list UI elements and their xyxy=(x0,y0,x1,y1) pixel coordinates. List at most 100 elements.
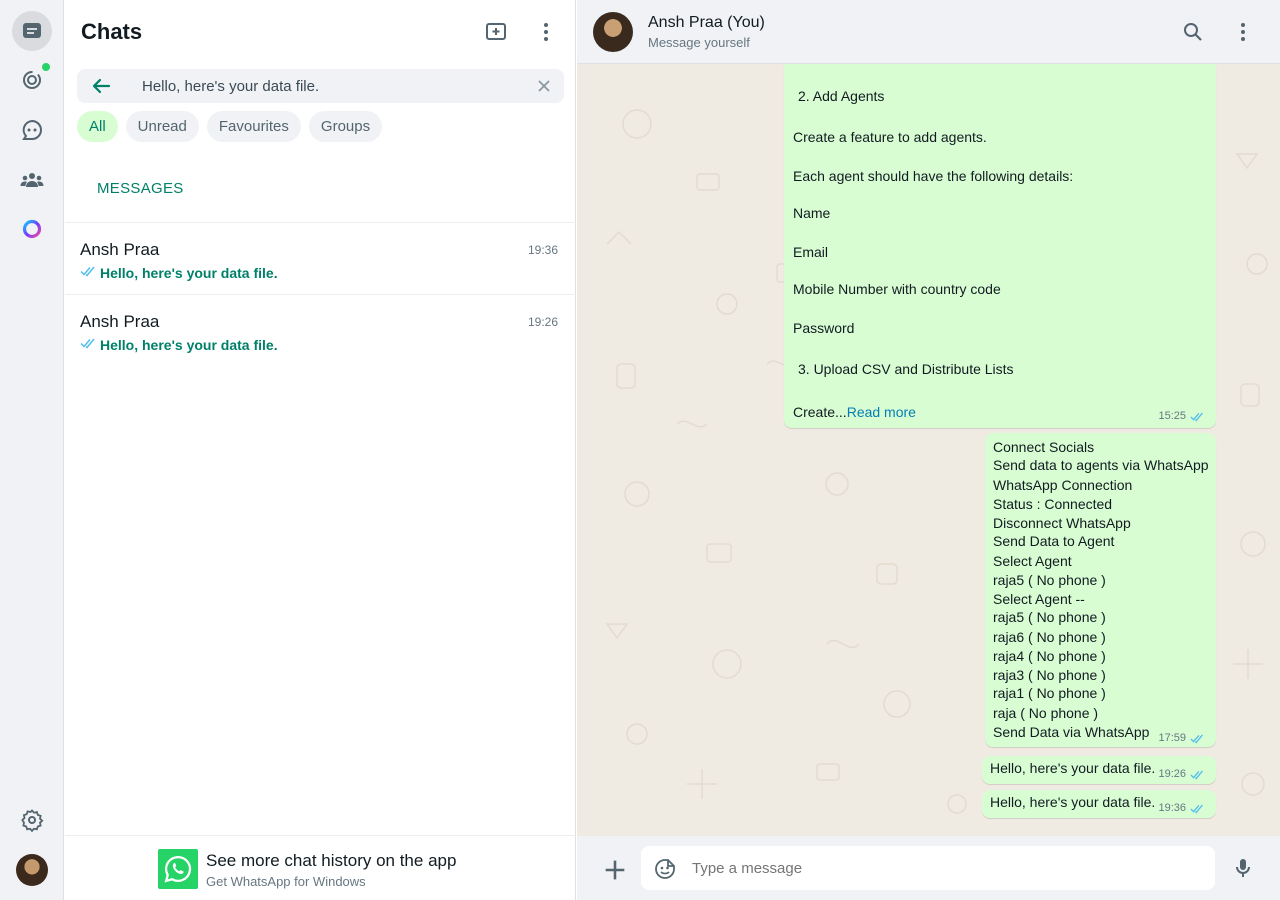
filter-chip-groups[interactable]: Groups xyxy=(308,111,383,142)
message-line: Create a feature to add agents. xyxy=(793,129,987,145)
kebab-menu-icon xyxy=(544,23,548,41)
message-line: Password xyxy=(793,320,855,336)
message-line: raja1 ( No phone ) xyxy=(993,685,1106,701)
message-meta: 17:59 xyxy=(1158,732,1206,744)
search-input[interactable]: Hello, here's your data file. xyxy=(142,78,319,95)
search-chat-button[interactable] xyxy=(1173,12,1213,52)
double-check-icon xyxy=(1190,804,1203,813)
search-result-item[interactable]: Ansh Praa 19:36 Hello, here's your data … xyxy=(65,223,576,295)
chat-filters: All Unread Favourites Groups xyxy=(77,111,383,142)
result-contact-name: Ansh Praa xyxy=(80,312,160,331)
conversation-header[interactable]: Ansh Praa (You) Message yourself xyxy=(577,0,1280,64)
chats-icon xyxy=(23,23,41,38)
search-icon xyxy=(1184,23,1202,41)
new-chat-button[interactable] xyxy=(476,12,516,52)
message-line: Send Data to Agent xyxy=(993,533,1115,549)
result-time: 19:26 xyxy=(527,315,558,329)
message-meta: 19:26 xyxy=(1158,768,1206,780)
get-app-promo[interactable]: See more chat history on the app Get Wha… xyxy=(65,835,576,900)
message-line: raja5 ( No phone ) xyxy=(993,572,1106,588)
meta-ai-nav-button[interactable] xyxy=(12,209,52,249)
message-line: raja ( No phone ) xyxy=(993,705,1099,721)
channels-nav-button[interactable] xyxy=(12,110,52,150)
message-line: Connect Socials xyxy=(993,439,1095,455)
message-input-box[interactable] xyxy=(641,846,1215,890)
message-truncated-text: Create... xyxy=(793,404,847,420)
message-line: Select Agent xyxy=(993,553,1072,569)
message-line: raja4 ( No phone ) xyxy=(993,648,1106,664)
panel-title: Chats xyxy=(81,19,143,44)
search-result-item[interactable]: Ansh Praa 19:26 Hello, here's your data … xyxy=(65,295,576,367)
message-line: Status : Connected xyxy=(993,496,1113,512)
conversation-pane: Ansh Praa (You) Message yourself 2. Add … xyxy=(577,0,1280,900)
message-bubble[interactable]: Connect Socials Send data to agents via … xyxy=(985,433,1216,747)
new-chat-icon xyxy=(486,23,506,40)
chat-list-panel: Chats Hello, here's your data file. All … xyxy=(65,0,576,900)
settings-icon xyxy=(21,809,44,832)
clear-search-icon[interactable] xyxy=(534,76,554,96)
message-bubble[interactable]: Hello, here's your data file. 19:26 xyxy=(982,756,1216,784)
double-check-icon xyxy=(1190,770,1203,779)
conversation-menu-button[interactable] xyxy=(1223,12,1263,52)
profile-avatar[interactable] xyxy=(16,854,48,886)
filter-chip-unread[interactable]: Unread xyxy=(125,111,199,142)
message-time: 19:36 xyxy=(1158,802,1186,814)
contact-subtitle: Message yourself xyxy=(648,35,750,50)
double-check-icon xyxy=(80,266,95,277)
message-line: raja3 ( No phone ) xyxy=(993,667,1106,683)
double-check-icon xyxy=(80,338,95,349)
channels-icon xyxy=(22,119,42,140)
message-line: Disconnect WhatsApp xyxy=(993,515,1131,531)
message-text: Hello, here's your data file. xyxy=(990,760,1156,776)
message-input[interactable] xyxy=(692,860,1192,877)
message-bubble[interactable]: 2. Add Agents Create a feature to add ag… xyxy=(784,64,1216,428)
message-time: 17:59 xyxy=(1158,732,1186,744)
message-composer xyxy=(577,836,1280,900)
double-check-icon xyxy=(1190,734,1203,743)
chats-nav-button[interactable] xyxy=(12,11,52,51)
result-time: 19:36 xyxy=(527,243,558,257)
settings-nav-button[interactable] xyxy=(12,800,52,840)
status-nav-button[interactable] xyxy=(12,60,52,100)
message-line: WhatsApp Connection xyxy=(993,477,1133,493)
message-bubble[interactable]: Hello, here's your data file. 19:36 xyxy=(982,790,1216,818)
result-snippet: Hello, here's your data file. xyxy=(100,265,278,281)
message-line: Email xyxy=(793,244,829,260)
status-unread-dot xyxy=(42,63,50,71)
communities-icon xyxy=(20,173,44,187)
read-more-link[interactable]: Read more xyxy=(847,404,916,420)
contact-name: Ansh Praa (You) xyxy=(648,14,765,31)
message-meta: 15:25 xyxy=(1158,410,1206,422)
back-arrow-icon[interactable] xyxy=(89,74,113,98)
message-line: Mobile Number with country code xyxy=(793,281,1001,297)
search-bar[interactable]: Hello, here's your data file. xyxy=(77,69,564,103)
message-line: 3. Upload CSV and Distribute Lists xyxy=(798,361,1014,377)
result-contact-name: Ansh Praa xyxy=(80,240,160,259)
message-meta: 19:36 xyxy=(1158,802,1206,814)
double-check-icon xyxy=(1190,412,1203,421)
panel-menu-button[interactable] xyxy=(526,12,566,52)
messages-section-label: MESSAGES xyxy=(97,180,184,197)
message-line: Send Data via WhatsApp xyxy=(993,724,1150,740)
message-line: Name xyxy=(793,205,831,221)
kebab-menu-icon xyxy=(1241,23,1245,41)
contact-avatar[interactable] xyxy=(593,12,633,52)
promo-title: See more chat history on the app xyxy=(206,851,457,870)
message-text: Hello, here's your data file. xyxy=(990,794,1156,810)
message-line: raja6 ( No phone ) xyxy=(993,629,1106,645)
message-line: Select Agent -- xyxy=(993,591,1085,607)
communities-nav-button[interactable] xyxy=(12,160,52,200)
filter-chip-all[interactable]: All xyxy=(77,111,118,142)
attach-plus-icon[interactable] xyxy=(601,856,629,884)
message-time: 15:25 xyxy=(1158,410,1186,422)
message-line: 2. Add Agents xyxy=(798,88,885,104)
microphone-icon[interactable] xyxy=(1231,856,1255,880)
filter-chip-favourites[interactable]: Favourites xyxy=(206,111,301,142)
meta-ai-icon xyxy=(22,219,42,239)
message-line: Create...Read more xyxy=(793,404,916,420)
emoji-sticker-icon[interactable] xyxy=(653,857,677,881)
whatsapp-logo-icon xyxy=(158,849,198,889)
promo-subtitle: Get WhatsApp for Windows xyxy=(206,874,366,889)
result-snippet: Hello, here's your data file. xyxy=(100,337,278,353)
message-line: Each agent should have the following det… xyxy=(793,168,1074,184)
